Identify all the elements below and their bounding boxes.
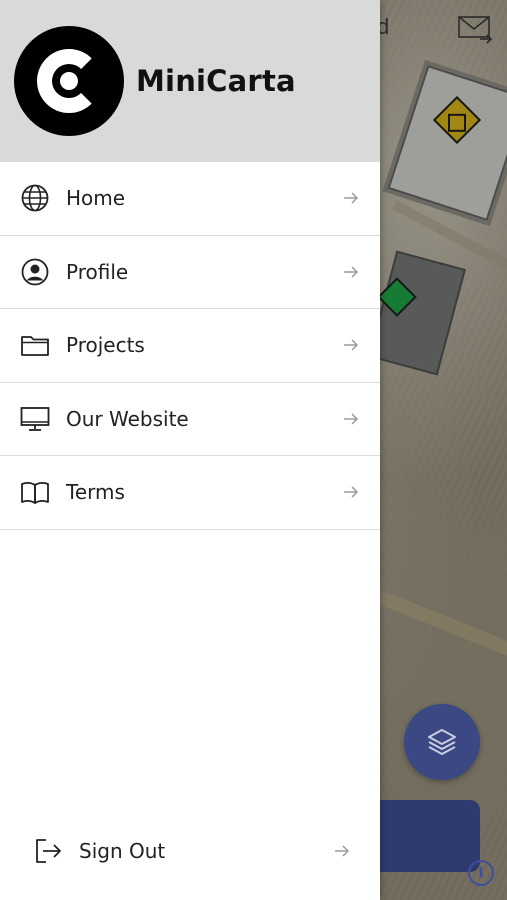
menu-item-label: Home — [66, 186, 126, 211]
menu-item-home[interactable]: Home — [0, 162, 380, 236]
menu-item-terms[interactable]: Terms — [0, 456, 380, 530]
monitor-icon — [20, 404, 50, 434]
menu-item-our-website[interactable]: Our Website — [0, 383, 380, 456]
sign-out-button[interactable]: Sign Out — [33, 828, 351, 874]
drawer-header: MiniCarta — [0, 0, 380, 162]
arrow-right-icon — [344, 339, 359, 351]
layers-button[interactable] — [404, 704, 480, 780]
arrow-right-icon — [344, 192, 359, 204]
user-circle-icon — [20, 257, 50, 287]
globe-icon — [20, 183, 50, 213]
arrow-right-icon — [344, 266, 359, 278]
menu-item-profile[interactable]: Profile — [0, 236, 380, 309]
folder-icon — [20, 330, 50, 360]
menu-item-label: Terms — [66, 480, 125, 505]
brand-logo — [14, 26, 124, 136]
info-icon[interactable]: i — [468, 860, 494, 886]
sign-out-label: Sign Out — [79, 839, 166, 863]
navigation-drawer: MiniCarta Home Profile Projects Our Webs… — [0, 0, 380, 900]
logo-dot-shape — [60, 72, 78, 90]
layers-icon — [428, 729, 456, 755]
sign-out-icon — [33, 836, 63, 866]
brand-name: MiniCarta — [136, 64, 296, 98]
menu-item-label: Profile — [66, 259, 129, 284]
book-icon — [20, 477, 50, 507]
mail-send-icon[interactable] — [458, 14, 492, 44]
arrow-right-icon — [344, 413, 359, 425]
arrow-right-icon — [335, 845, 350, 857]
menu-item-label: Projects — [66, 333, 145, 358]
arrow-right-icon — [344, 486, 359, 498]
menu-item-label: Our Website — [66, 406, 189, 431]
menu-item-projects[interactable]: Projects — [0, 309, 380, 383]
